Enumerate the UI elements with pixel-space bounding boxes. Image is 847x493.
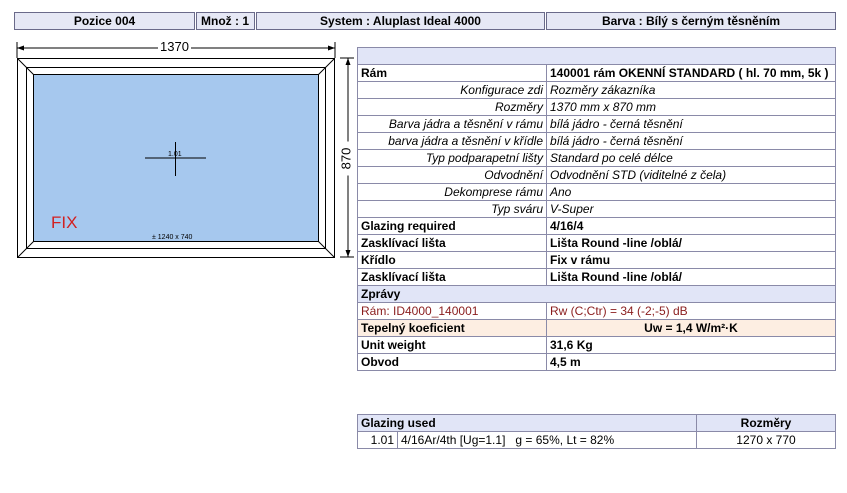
glazing-bead-row: Zasklívací lišta Lišta Round -line /oblá… [357, 267, 836, 286]
sash-value: Fix v rámu [546, 250, 836, 269]
thermal-row: Tepelný koeficient Uw = 1,4 W/m²·K [357, 318, 836, 337]
detail-label: Odvodnění [357, 165, 547, 184]
glazing-used-label: Glazing used [357, 414, 697, 432]
detail-label: Rozměry [357, 97, 547, 116]
glazing-required-row: Glazing required 4/16/4 [357, 216, 836, 235]
glazing-bead-label: Zasklívací lišta [357, 267, 547, 286]
detail-value: 1370 mm x 870 mm [546, 97, 836, 116]
detail-label: Konfigurace zdi [357, 80, 547, 99]
weight-value: 31,6 Kg [546, 335, 836, 354]
header-system: System : Aluplast Ideal 4000 [256, 12, 545, 30]
header-quantity: Množ : 1 [196, 12, 255, 30]
detail-row: Typ podparapetní lišty Standard po celé d… [357, 148, 836, 167]
frame-row: Rám 140001 rám OKENNÍ STANDARD ( hl. 70 … [357, 63, 836, 82]
frame-label: Rám [357, 63, 547, 82]
detail-row: Dekomprese rámu Ano [357, 182, 836, 201]
detail-value: bílá jádro - černá těsnění [546, 114, 836, 133]
weight-row: Unit weight 31,6 Kg [357, 335, 836, 354]
detail-row: Odvodnění Odvodnění STD (viditelné z čela… [357, 165, 836, 184]
sash-row: Křídlo Fix v rámu [357, 250, 836, 269]
thermal-value: Uw = 1,4 W/m²·K [546, 318, 836, 337]
frame-value: 140001 rám OKENNÍ STANDARD ( hl. 70 mm, … [546, 63, 836, 82]
message-row: Rám: ID4000_140001 Rw (C;Ctr) = 34 (-2;-… [357, 301, 836, 320]
header-position: Pozice 004 [14, 12, 195, 30]
spec-header-row [357, 47, 836, 65]
glazing-bead-row: Zasklívací lišta Lišta Round -line /oblá… [357, 233, 836, 252]
detail-row: barva jádra a těsnění v křídle bílá jádro… [357, 131, 836, 150]
glazing-used-size-header: Rozměry [696, 414, 836, 432]
glazing-used-table: Glazing used Rozměry 1.01 4/16Ar/4th [Ug… [357, 414, 836, 449]
glazing-required-value: 4/16/4 [546, 216, 836, 235]
detail-row: Konfigurace zdi Rozměry zákazníka [357, 80, 836, 99]
header-color: Barva : Bílý s černým těsněním [546, 12, 836, 30]
height-dimension-label: 870 [338, 141, 354, 176]
message-left: Rám: ID4000_140001 [357, 301, 547, 320]
detail-label: Typ podparapetní lišty [357, 148, 547, 167]
glazing-used-header: Glazing used Rozměry [357, 414, 836, 432]
detail-row: Typ sváru V-Super [357, 199, 836, 218]
detail-value: V-Super [546, 199, 836, 218]
weight-label: Unit weight [357, 335, 547, 354]
perimeter-row: Obvod 4,5 m [357, 352, 836, 371]
detail-label: barva jádra a těsnění v křídle [357, 131, 547, 150]
perimeter-value: 4,5 m [546, 352, 836, 371]
detail-row: Barva jádra a těsnění v rámu bílá jádro -… [357, 114, 836, 133]
spec-table: Rám 140001 rám OKENNÍ STANDARD ( hl. 70 … [357, 47, 836, 371]
glazing-used-row: 1.01 4/16Ar/4th [Ug=1.1] g = 65%, Lt = 8… [357, 431, 836, 449]
glazing-bead-label: Zasklívací lišta [357, 233, 547, 252]
detail-label: Dekomprese rámu [357, 182, 547, 201]
glazing-size: 1270 x 770 [696, 431, 836, 449]
messages-row: Zprávy [357, 284, 836, 303]
detail-value: bílá jádro - černá těsnění [546, 131, 836, 150]
glazing-required-label: Glazing required [357, 216, 547, 235]
detail-row: Rozměry 1370 mm x 870 mm [357, 97, 836, 116]
thermal-label: Tepelný koeficient [357, 318, 547, 337]
perimeter-label: Obvod [357, 352, 547, 371]
message-right: Rw (C;Ctr) = 34 (-2;-5) dB [546, 301, 836, 320]
detail-label: Barva jádra a těsnění v rámu [357, 114, 547, 133]
glazing-bead-value: Lišta Round -line /oblá/ [546, 233, 836, 252]
detail-value: Rozměry zákazníka [546, 80, 836, 99]
detail-value: Ano [546, 182, 836, 201]
messages-label: Zprávy [357, 284, 836, 303]
glazing-bead-value: Lišta Round -line /oblá/ [546, 267, 836, 286]
fix-label: FIX [51, 213, 78, 232]
glass-size-label: ± 1240 x 740 [152, 234, 193, 241]
sash-label: Křídlo [357, 250, 547, 269]
detail-label: Typ sváru [357, 199, 547, 218]
glass-id-label: 1.01 [168, 151, 182, 158]
detail-value: Standard po celé délce [546, 148, 836, 167]
width-dimension-label: 1370 [158, 39, 191, 54]
detail-value: Odvodnění STD (viditelné z čela) [546, 165, 836, 184]
glazing-id: 1.01 [357, 431, 398, 449]
glazing-description: 4/16Ar/4th [Ug=1.1] g = 65%, Lt = 82% [397, 431, 697, 449]
